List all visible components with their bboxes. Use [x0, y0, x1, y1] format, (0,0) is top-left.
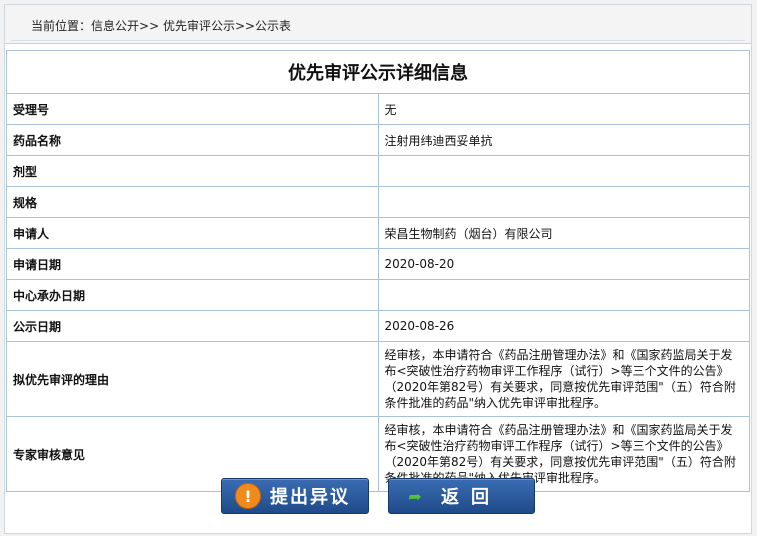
row-application-date: 申请日期 2020-08-20 — [6, 248, 750, 280]
page-frame: 当前位置：信息公开>> 优先审评公示>>公示表 优先审评公示详细信息 受理号 无… — [4, 4, 752, 534]
breadcrumb-prefix: 当前位置： — [31, 19, 92, 33]
back-label: 返回 — [441, 487, 501, 508]
row-reason: 拟优先审评的理由 经审核，本申请符合《药品注册管理办法》和《国家药监局关于发布<… — [6, 341, 750, 417]
breadcrumb: 当前位置：信息公开>> 优先审评公示>>公示表 — [31, 17, 291, 34]
row-expert: 专家审核意见 经审核，本申请符合《药品注册管理办法》和《国家药监局关于发布<突破… — [6, 416, 750, 492]
exclamation-icon: ! — [236, 484, 260, 508]
value-application-date: 2020-08-20 — [377, 248, 750, 280]
raise-objection-label: 提出异议 — [270, 487, 350, 508]
value-reason: 经审核，本申请符合《药品注册管理办法》和《国家药监局关于发布<突破性治疗药物审评… — [377, 341, 750, 417]
label-application-date: 申请日期 — [6, 248, 379, 280]
row-drug-name: 药品名称 注射用纬迪西妥单抗 — [6, 124, 750, 156]
row-applicant: 申请人 荣昌生物制药（烟台）有限公司 — [6, 217, 750, 249]
back-button[interactable]: ➦ 返回 — [388, 478, 535, 514]
label-dosage-form: 剂型 — [6, 155, 379, 187]
value-specification — [377, 186, 750, 218]
label-applicant: 申请人 — [6, 217, 379, 249]
raise-objection-button[interactable]: ! 提出异议 — [221, 478, 369, 514]
label-acceptance-number: 受理号 — [6, 93, 379, 125]
page-title: 优先审评公示详细信息 — [6, 50, 750, 94]
value-applicant: 荣昌生物制药（烟台）有限公司 — [377, 217, 750, 249]
row-specification: 规格 — [6, 186, 750, 218]
label-center-date: 中心承办日期 — [6, 279, 379, 311]
row-dosage-form: 剂型 — [6, 155, 750, 187]
detail-table-wrap: 优先审评公示详细信息 受理号 无 药品名称 注射用纬迪西妥单抗 剂型 规格 申请… — [6, 50, 750, 492]
breadcrumb-bar: 当前位置：信息公开>> 优先审评公示>>公示表 — [5, 5, 751, 44]
value-drug-name: 注射用纬迪西妥单抗 — [377, 124, 750, 156]
label-reason: 拟优先审评的理由 — [6, 341, 379, 417]
row-publicity-date: 公示日期 2020-08-26 — [6, 310, 750, 342]
title-row: 优先审评公示详细信息 — [6, 50, 750, 94]
value-publicity-date: 2020-08-26 — [377, 310, 750, 342]
label-drug-name: 药品名称 — [6, 124, 379, 156]
detail-table: 优先审评公示详细信息 受理号 无 药品名称 注射用纬迪西妥单抗 剂型 规格 申请… — [6, 50, 750, 492]
row-center-date: 中心承办日期 — [6, 279, 750, 311]
value-center-date — [377, 279, 750, 311]
breadcrumb-path[interactable]: 信息公开>> 优先审评公示>>公示表 — [91, 19, 291, 33]
label-specification: 规格 — [6, 186, 379, 218]
row-acceptance-number: 受理号 无 — [6, 93, 750, 125]
label-publicity-date: 公示日期 — [6, 310, 379, 342]
return-arrow-icon: ➦ — [408, 486, 422, 506]
value-dosage-form — [377, 155, 750, 187]
value-acceptance-number: 无 — [377, 93, 750, 125]
